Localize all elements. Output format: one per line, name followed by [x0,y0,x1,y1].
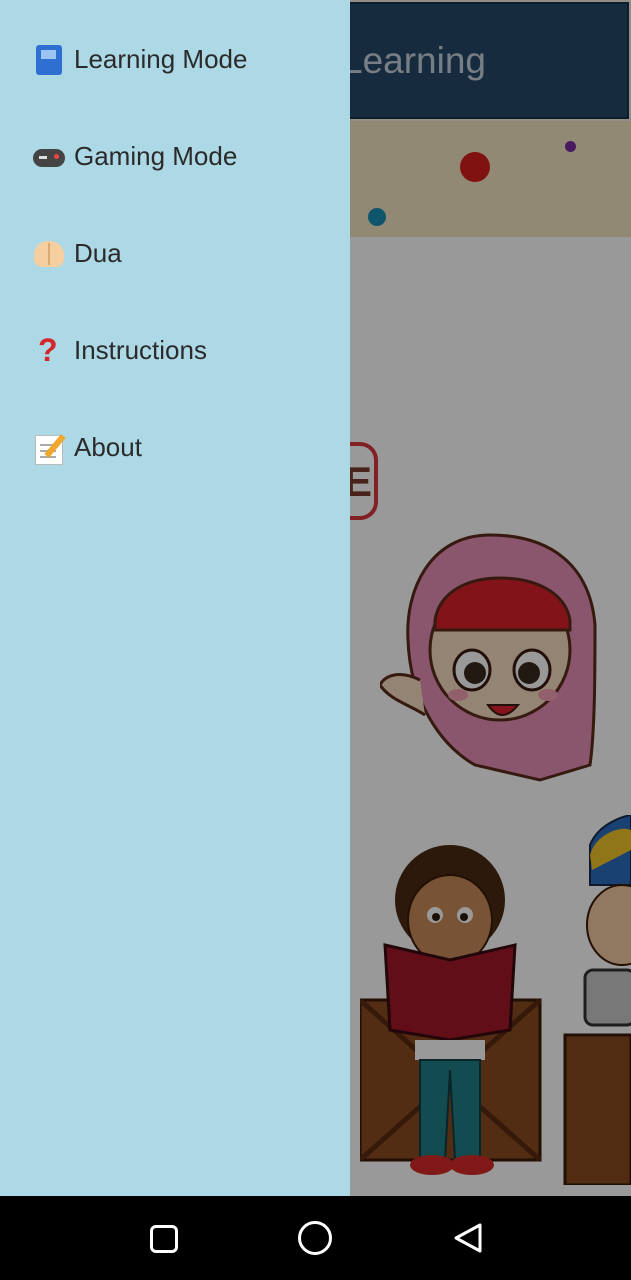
menu-item-label: Dua [74,238,122,268]
square-icon [150,1225,178,1253]
menu-item-dua[interactable]: Dua [0,205,350,302]
game-controller-icon [32,140,66,174]
system-navigation-bar [0,1196,631,1280]
menu-item-about[interactable]: About [0,399,350,496]
home-button[interactable] [295,1218,335,1258]
praying-hands-icon [32,237,66,271]
circle-icon [298,1221,332,1255]
screen: Learning E Learning Mode Gaming Mode Dua… [0,0,631,1196]
menu-item-learning-mode[interactable]: Learning Mode [0,11,350,108]
menu-item-label: Learning Mode [74,44,248,74]
question-mark-icon: ? [38,331,58,368]
memo-icon [32,431,66,465]
recents-button[interactable] [143,1218,183,1258]
navigation-drawer: Learning Mode Gaming Mode Dua ? Instruct… [0,0,350,1196]
menu-item-label: About [74,432,142,462]
menu-item-label: Instructions [74,335,207,365]
menu-item-gaming-mode[interactable]: Gaming Mode [0,108,350,205]
menu-item-label: Gaming Mode [74,141,238,171]
book-icon [32,43,66,77]
back-button[interactable] [450,1218,490,1258]
back-triangle-icon [454,1223,482,1253]
menu-item-instructions[interactable]: ? Instructions [0,302,350,399]
